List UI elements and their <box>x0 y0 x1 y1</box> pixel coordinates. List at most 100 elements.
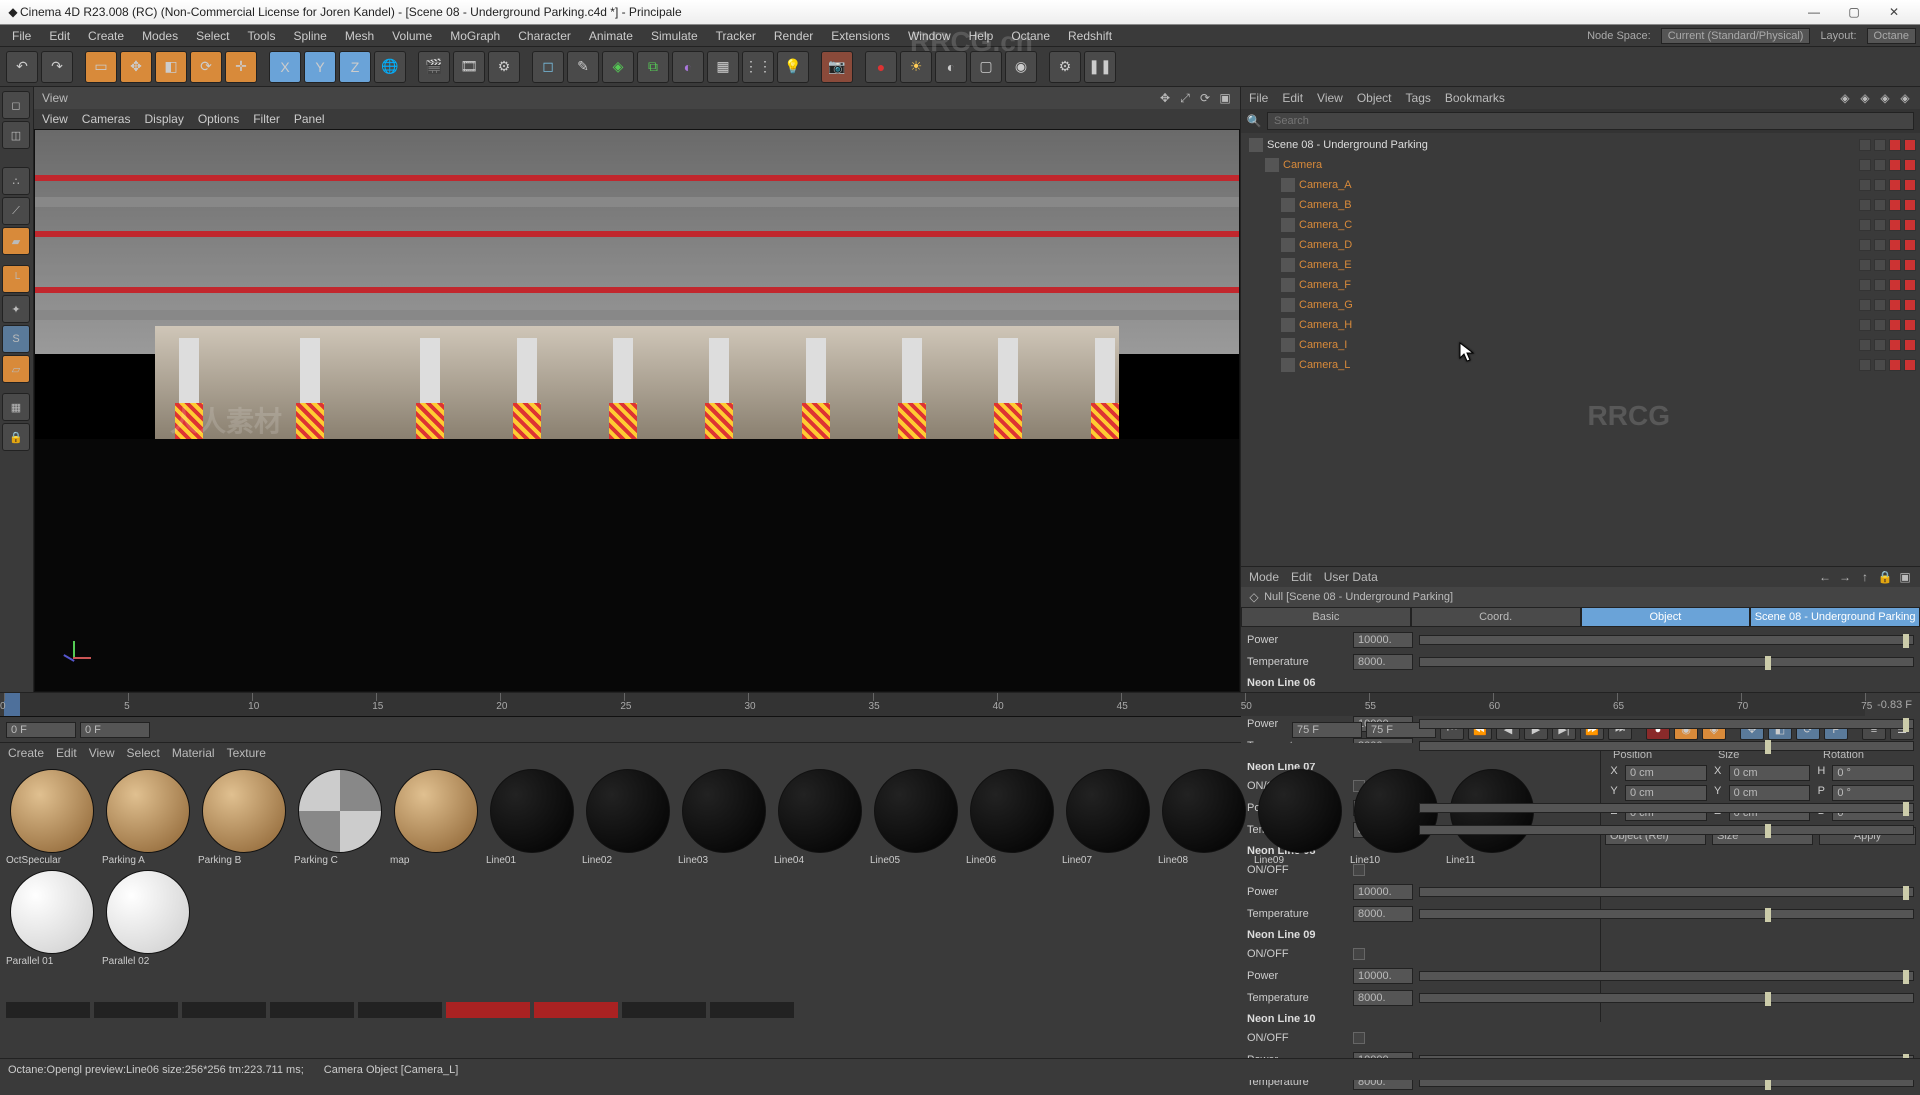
material-item[interactable]: Line10 <box>1350 769 1442 866</box>
locked-mode[interactable]: 🔒 <box>2 423 30 451</box>
material-item[interactable]: Line06 <box>966 769 1058 866</box>
mograph-button[interactable]: ⋮⋮ <box>742 51 774 83</box>
material-item[interactable]: Line02 <box>582 769 674 866</box>
prop-slider[interactable] <box>1419 741 1914 751</box>
prop-slider[interactable] <box>1419 887 1914 897</box>
tag-icon[interactable] <box>1859 339 1871 351</box>
edge-mode[interactable]: ⟋ <box>2 197 30 225</box>
tag-icon[interactable] <box>1889 359 1901 371</box>
gear-button[interactable]: ⚙ <box>1049 51 1081 83</box>
tag-icon[interactable] <box>1859 279 1871 291</box>
tag-icon[interactable] <box>1889 339 1901 351</box>
om-menu-tags[interactable]: Tags <box>1406 91 1431 105</box>
menu-animate[interactable]: Animate <box>581 27 641 45</box>
attr-tab[interactable]: Object <box>1581 607 1751 627</box>
tag-icon[interactable] <box>1889 139 1901 151</box>
material-item[interactable]: map <box>390 769 482 866</box>
tag-icon[interactable] <box>1874 159 1886 171</box>
tag-icon[interactable] <box>1904 259 1916 271</box>
point-mode[interactable]: ∴ <box>2 167 30 195</box>
tag-icon[interactable] <box>1874 299 1886 311</box>
view-zoom-icon[interactable]: ⤢ <box>1178 91 1192 105</box>
rotate-tool[interactable]: ⟳ <box>190 51 222 83</box>
tag-icon[interactable] <box>1874 279 1886 291</box>
tag-icon[interactable] <box>1859 199 1871 211</box>
am-menu-edit[interactable]: Edit <box>1291 570 1312 584</box>
viewmenu-panel[interactable]: Panel <box>294 112 325 126</box>
tag-icon[interactable] <box>1889 319 1901 331</box>
prop-slider[interactable] <box>1419 825 1914 835</box>
tag-icon[interactable] <box>1889 219 1901 231</box>
material-item[interactable]: Parking C <box>294 769 386 866</box>
tag-icon[interactable] <box>1859 139 1871 151</box>
tree-item[interactable]: Camera_E <box>1299 259 1352 271</box>
y-axis-lock[interactable]: Y <box>304 51 336 83</box>
material-item[interactable]: Line11 <box>1446 769 1538 866</box>
tree-item[interactable]: Scene 08 - Underground Parking <box>1267 139 1428 151</box>
polygon-mode[interactable]: ▰ <box>2 227 30 255</box>
tag-icon[interactable] <box>1874 199 1886 211</box>
tag-icon[interactable] <box>1904 239 1916 251</box>
menu-simulate[interactable]: Simulate <box>643 27 706 45</box>
prop-slider[interactable] <box>1419 719 1914 729</box>
menu-modes[interactable]: Modes <box>134 27 186 45</box>
tag-icon[interactable] <box>1859 239 1871 251</box>
menu-render[interactable]: Render <box>766 27 821 45</box>
mat-menu-edit[interactable]: Edit <box>56 746 77 760</box>
octane-sun-button[interactable]: ☀ <box>900 51 932 83</box>
back-icon[interactable]: ← <box>1818 570 1832 584</box>
tree-item[interactable]: Camera_I <box>1299 339 1347 351</box>
close-button[interactable]: ✕ <box>1874 2 1914 22</box>
coord-value[interactable]: 0 ° <box>1832 765 1914 781</box>
view-max-icon[interactable]: ▣ <box>1218 91 1232 105</box>
camera-button[interactable]: 📷 <box>821 51 853 83</box>
layout-select[interactable]: Octane <box>1867 28 1916 44</box>
workplane-mode[interactable]: ▱ <box>2 355 30 383</box>
search-icon[interactable]: ◈ <box>1838 91 1852 105</box>
filter-icon[interactable]: ◈ <box>1878 91 1892 105</box>
select-tool[interactable]: ▭ <box>85 51 117 83</box>
menu-spline[interactable]: Spline <box>285 27 334 45</box>
mat-menu-view[interactable]: View <box>89 746 115 760</box>
tag-icon[interactable] <box>1904 159 1916 171</box>
tag-icon[interactable] <box>1859 359 1871 371</box>
tag-icon[interactable] <box>1874 219 1886 231</box>
tag-icon[interactable] <box>1859 319 1871 331</box>
menu-redshift[interactable]: Redshift <box>1060 27 1120 45</box>
om-menu-bookmarks[interactable]: Bookmarks <box>1445 91 1505 105</box>
tag-icon[interactable] <box>1874 319 1886 331</box>
octane-live-button[interactable]: ● <box>865 51 897 83</box>
am-menu-user-data[interactable]: User Data <box>1324 570 1378 584</box>
tag-icon[interactable] <box>1904 279 1916 291</box>
material-item[interactable]: Line05 <box>870 769 962 866</box>
range-end[interactable]: 75 F <box>1292 722 1362 738</box>
material-item[interactable]: Parallel 02 <box>102 870 194 967</box>
tag-icon[interactable] <box>1874 259 1886 271</box>
tag-icon[interactable] <box>1874 239 1886 251</box>
viewport-solo[interactable]: ▦ <box>2 393 30 421</box>
menu-character[interactable]: Character <box>510 27 579 45</box>
lock-icon[interactable]: 🔒 <box>1878 570 1892 584</box>
current-frame[interactable]: 0 F <box>80 722 150 738</box>
tweak-mode[interactable]: ✦ <box>2 295 30 323</box>
x-axis-lock[interactable]: X <box>269 51 301 83</box>
cube-primitive[interactable]: ◻ <box>532 51 564 83</box>
tree-item[interactable]: Camera_C <box>1299 219 1352 231</box>
minimize-button[interactable]: — <box>1794 2 1834 22</box>
octane-env-button[interactable]: ◐ <box>935 51 967 83</box>
prop-slider[interactable] <box>1419 971 1914 981</box>
fwd-icon[interactable]: → <box>1838 570 1852 584</box>
texture-mode[interactable]: ◫ <box>2 121 30 149</box>
prop-value[interactable]: 8000. <box>1353 654 1413 670</box>
move-tool[interactable]: ✥ <box>120 51 152 83</box>
tag-icon[interactable] <box>1889 259 1901 271</box>
layer-icon[interactable]: ◈ <box>1898 91 1912 105</box>
tag-icon[interactable] <box>1889 239 1901 251</box>
material-item[interactable]: Line07 <box>1062 769 1154 866</box>
menu-file[interactable]: File <box>4 27 39 45</box>
menu-help[interactable]: Help <box>961 27 1002 45</box>
om-menu-edit[interactable]: Edit <box>1282 91 1303 105</box>
material-item[interactable]: Line04 <box>774 769 866 866</box>
tag-icon[interactable] <box>1859 259 1871 271</box>
tag-icon[interactable] <box>1904 139 1916 151</box>
